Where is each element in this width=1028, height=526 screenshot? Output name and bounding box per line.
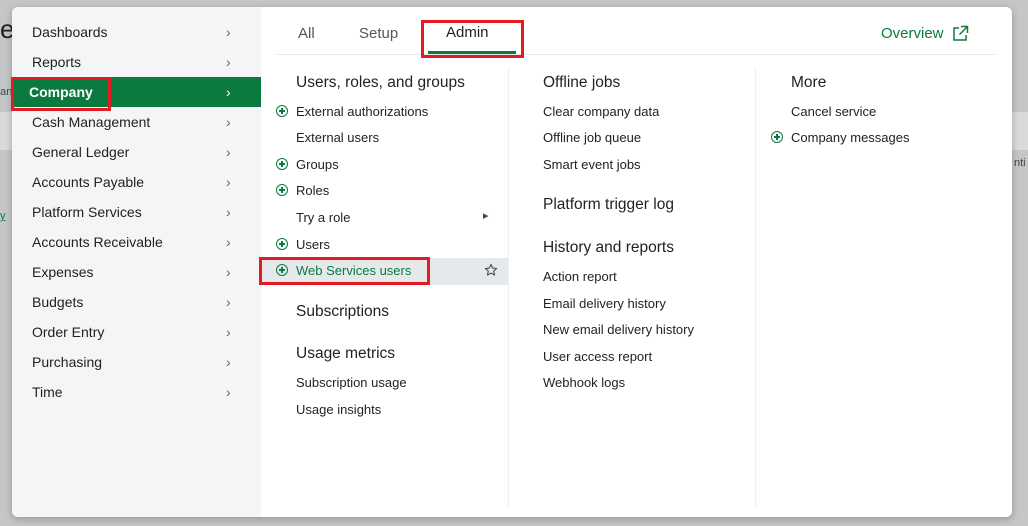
overview-link[interactable]: Overview [881,25,969,42]
sidebar-item-label: Expenses [32,264,94,280]
history-reports-heading: History and reports [543,239,674,256]
menu-link-external-users[interactable]: External users [296,130,379,145]
sidebar-item-budgets[interactable]: Budgets › [12,287,261,317]
chevron-right-icon: › [226,24,231,40]
menu-link-subscription-usage[interactable]: Subscription usage [296,375,407,390]
sidebar-item-purchasing[interactable]: Purchasing › [12,347,261,377]
sidebar-item-accounts-receivable[interactable]: Accounts Receivable › [12,227,261,257]
highlight-box-admin-tab [421,20,524,58]
plus-circle-icon [276,158,288,170]
chevron-right-icon: › [226,234,231,250]
sidebar-item-general-ledger[interactable]: General Ledger › [12,137,261,167]
highlight-box-company [11,77,111,111]
menu-link-smart-event-jobs[interactable]: Smart event jobs [543,157,641,172]
column-divider [508,67,509,507]
plus-circle-icon [771,131,783,143]
menu-link-action-report[interactable]: Action report [543,269,617,284]
sidebar-item-cash-management[interactable]: Cash Management › [12,107,261,137]
chevron-right-icon: › [226,84,231,100]
subscriptions-heading[interactable]: Subscriptions [296,303,389,321]
submenu-arrow-icon[interactable]: ▸ [483,209,489,222]
sidebar-item-label: Accounts Payable [32,174,145,190]
menu-link-webhook-logs[interactable]: Webhook logs [543,375,625,390]
sidebar-item-label: Budgets [32,294,84,310]
star-outline-icon[interactable] [484,263,498,277]
menu-link-email-delivery-history[interactable]: Email delivery history [543,296,666,311]
platform-trigger-log-heading[interactable]: Platform trigger log [543,196,674,214]
sidebar-item-reports[interactable]: Reports › [12,47,261,77]
sidebar-item-platform-services[interactable]: Platform Services › [12,197,261,227]
menu-link-try-a-role[interactable]: Try a role [296,210,350,225]
menu-link-user-access-report[interactable]: User access report [543,349,652,364]
menu-link-users[interactable]: Users [296,237,330,252]
external-link-icon [952,25,968,41]
menu-link-company-messages[interactable]: Company messages [791,130,910,145]
plus-circle-icon [276,105,288,117]
sidebar-item-label: General Ledger [32,144,130,160]
menu-link-usage-insights[interactable]: Usage insights [296,402,381,417]
menu-link-offline-job-queue[interactable]: Offline job queue [543,130,641,145]
more-heading: More [791,74,827,91]
chevron-right-icon: › [226,264,231,280]
plus-circle-icon [276,238,288,250]
chevron-right-icon: › [226,294,231,310]
chevron-right-icon: › [226,204,231,220]
sidebar-item-expenses[interactable]: Expenses › [12,257,261,287]
sidebar-item-time[interactable]: Time › [12,377,261,407]
plus-circle-icon [276,184,288,196]
sidebar-item-label: Purchasing [32,354,103,370]
chevron-right-icon: › [226,144,231,160]
sidebar-item-accounts-payable[interactable]: Accounts Payable › [12,167,261,197]
chevron-right-icon: › [226,174,231,190]
column-divider [755,67,756,507]
offline-jobs-heading: Offline jobs [543,74,621,91]
highlight-box-web-services-users [259,257,430,285]
sidebar-item-dashboards[interactable]: Dashboards › [12,17,261,47]
menu-link-groups[interactable]: Groups [296,157,339,172]
sidebar-item-label: Cash Management [32,114,151,130]
background-link-fragment: y [0,210,6,222]
menu-link-roles[interactable]: Roles [296,183,329,198]
background-text-fragment-right: nti [1014,157,1026,169]
tab-all[interactable]: All [298,25,315,42]
menu-link-cancel-service[interactable]: Cancel service [791,104,876,119]
users-roles-groups-heading: Users, roles, and groups [296,74,465,91]
sidebar-item-label: Platform Services [32,204,142,220]
chevron-right-icon: › [226,354,231,370]
sidebar-item-label: Dashboards [32,24,108,40]
sidebar-item-label: Order Entry [32,324,105,340]
chevron-right-icon: › [226,324,231,340]
menu-link-new-email-delivery-history[interactable]: New email delivery history [543,322,694,337]
sidebar-item-label: Time [32,384,63,400]
sidebar-item-label: Accounts Receivable [32,234,163,250]
usage-metrics-heading: Usage metrics [296,345,396,362]
overview-label: Overview [881,25,944,42]
chevron-right-icon: › [226,384,231,400]
chevron-right-icon: › [226,114,231,130]
sidebar-item-label: Reports [32,54,82,70]
menu-link-clear-company-data[interactable]: Clear company data [543,104,659,119]
company-menu-panel: Dashboards › Reports › Company › Cash Ma… [12,7,1012,517]
sidebar-item-order-entry[interactable]: Order Entry › [12,317,261,347]
chevron-right-icon: › [226,54,231,70]
tab-setup[interactable]: Setup [359,25,398,42]
menu-link-external-authorizations[interactable]: External authorizations [296,104,428,119]
